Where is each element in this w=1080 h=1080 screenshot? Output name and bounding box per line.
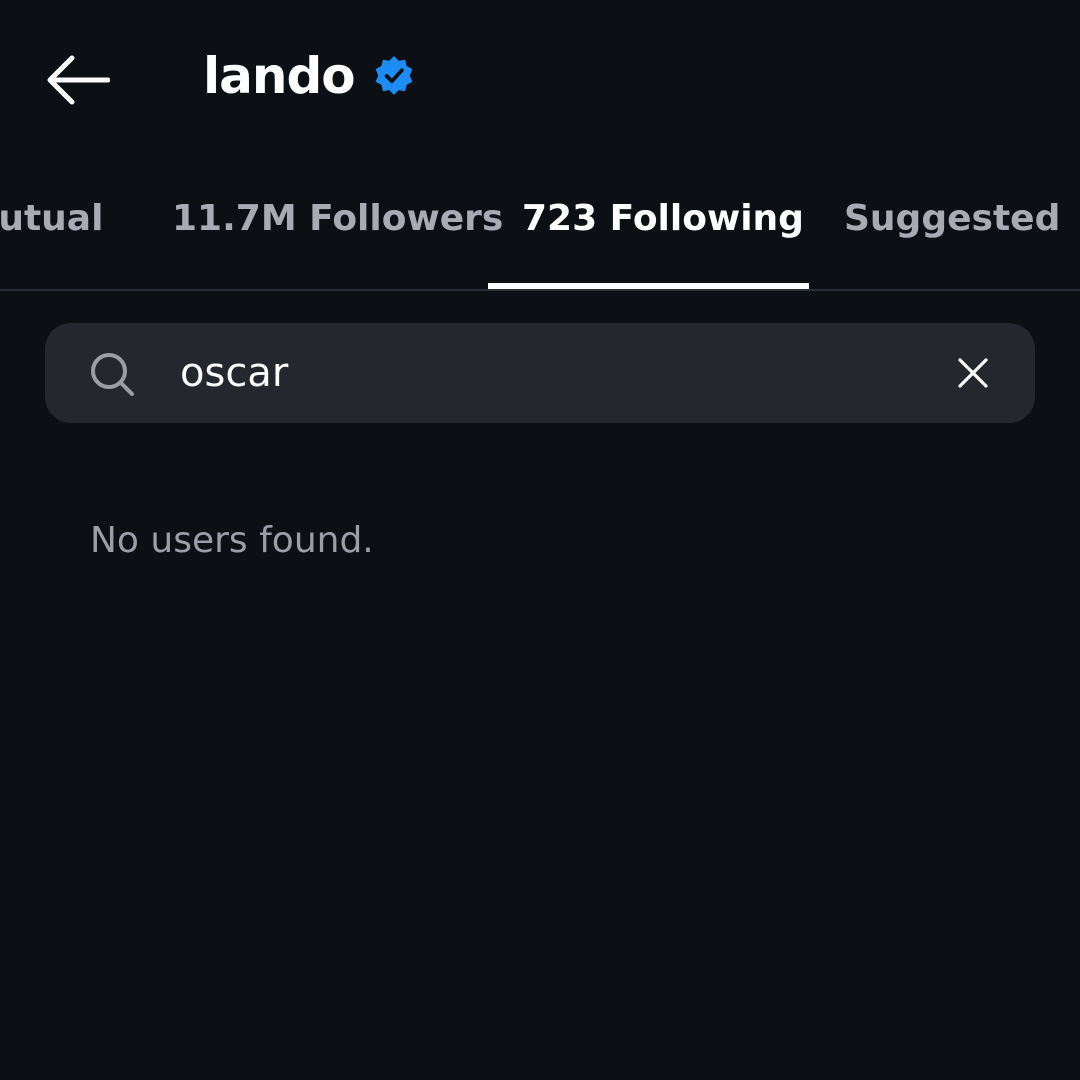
tab-following[interactable]: 723 Following bbox=[522, 170, 804, 290]
back-button[interactable] bbox=[32, 40, 122, 120]
tab-label: 11.7M Followers bbox=[172, 198, 504, 239]
close-icon bbox=[958, 358, 988, 388]
tab-label: lutual bbox=[0, 198, 104, 239]
empty-results-message: No users found. bbox=[90, 520, 374, 561]
arrow-left-icon bbox=[47, 55, 110, 105]
tab-label: Suggested bbox=[844, 198, 1061, 239]
page-title: lando bbox=[203, 47, 356, 105]
divider bbox=[0, 289, 1080, 291]
tab-followers[interactable]: 11.7M Followers bbox=[172, 170, 503, 290]
tab-mutual[interactable]: lutual bbox=[0, 170, 103, 290]
search-icon bbox=[91, 353, 134, 396]
tab-suggested[interactable]: Suggested bbox=[844, 170, 1060, 290]
follow-tabs: lutual 11.7M Followers 723 Following Sug… bbox=[0, 170, 1080, 290]
verified-badge-icon bbox=[373, 55, 415, 97]
profile-title: lando bbox=[203, 44, 415, 108]
tab-label: 723 Following bbox=[522, 198, 804, 239]
search-input[interactable] bbox=[180, 343, 920, 403]
clear-search-button[interactable] bbox=[944, 344, 1002, 402]
header: lando bbox=[0, 0, 1080, 150]
